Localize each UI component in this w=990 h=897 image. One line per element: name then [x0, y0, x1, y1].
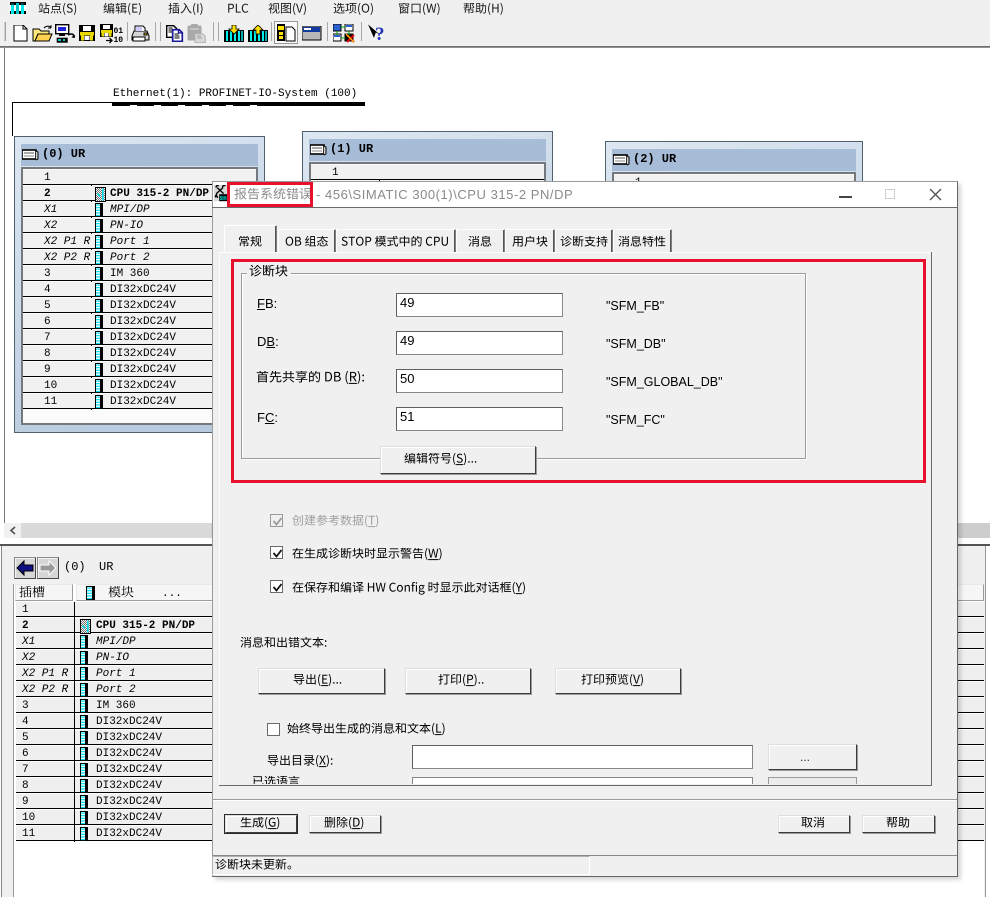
svg-text:?: ?	[375, 24, 385, 44]
svg-text:01: 01	[114, 27, 124, 36]
svg-text:SIM: SIM	[220, 196, 227, 202]
svg-text:10: 10	[114, 36, 124, 44]
